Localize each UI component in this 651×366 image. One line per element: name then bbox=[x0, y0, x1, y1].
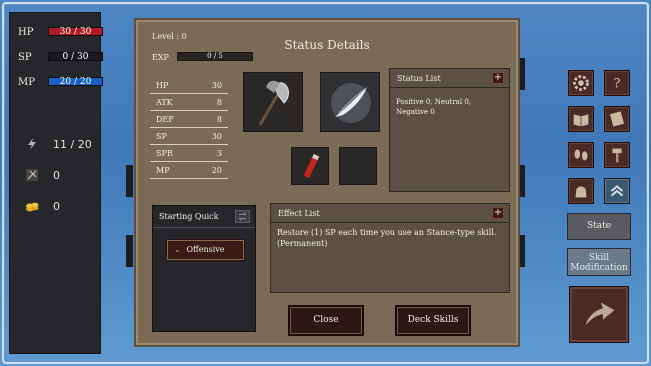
lightning-icon bbox=[28, 138, 36, 150]
stat-name: SP bbox=[156, 131, 167, 141]
stat-row: SP 30 bbox=[150, 128, 228, 145]
red-vial-icon bbox=[304, 153, 320, 178]
stat-row: MP 20 bbox=[150, 162, 228, 179]
stat-value: 3 bbox=[216, 148, 222, 158]
skill-mod-label-1: Skill bbox=[588, 253, 610, 263]
stat-name: DEF bbox=[156, 114, 174, 124]
hp-value: 30 / 30 bbox=[59, 27, 92, 37]
stat-value: 30 bbox=[211, 80, 222, 90]
arrow-icon bbox=[585, 302, 615, 326]
stat-table: HP 30 ATK 8 DEF 8 SP 30 SPR 3 MP 20 bbox=[150, 77, 228, 179]
stat-name: ATK bbox=[156, 97, 173, 107]
proceed-button[interactable] bbox=[569, 286, 629, 343]
effect-list-panel: Effect List + Restore (1) SP each time y… bbox=[270, 203, 510, 293]
effect-list-add-button[interactable]: + bbox=[492, 207, 504, 219]
stat-value: 8 bbox=[216, 97, 222, 107]
status-list-add-button[interactable]: + bbox=[492, 72, 504, 84]
gold-coins-icon bbox=[26, 202, 39, 212]
hp-label: HP bbox=[18, 27, 34, 38]
chevrons-up-icon bbox=[610, 185, 624, 197]
effect-list-header: Effect List + bbox=[271, 204, 509, 223]
axe-icon bbox=[258, 80, 289, 126]
stat-value: 30 bbox=[211, 131, 222, 141]
stat-name: HP bbox=[156, 80, 169, 90]
exp-label: EXP bbox=[152, 53, 169, 62]
bag-icon bbox=[575, 186, 587, 198]
accessory-slot[interactable] bbox=[320, 72, 380, 132]
stat-value: 20 bbox=[211, 165, 222, 175]
skill-modification-button[interactable]: Skill Modification bbox=[567, 248, 631, 276]
stat-row: DEF 8 bbox=[150, 111, 228, 128]
stat-row: SPR 3 bbox=[150, 145, 228, 162]
help-button[interactable]: ? bbox=[604, 70, 630, 96]
skills-button[interactable] bbox=[604, 178, 630, 204]
energy-value: 11 / 20 bbox=[53, 137, 92, 151]
exp-value: 0 / 5 bbox=[207, 52, 223, 60]
scroll-icon bbox=[609, 111, 625, 127]
craft-button[interactable] bbox=[604, 142, 630, 168]
effect-list-text: Restore (1) SP each time you use an Stan… bbox=[277, 228, 497, 248]
weapon-slot[interactable] bbox=[243, 72, 303, 132]
stat-name: SPR bbox=[156, 148, 173, 158]
help-glyph: ? bbox=[614, 77, 621, 92]
status-list-panel: Status List + Positive 0, Neutral 0, Neg… bbox=[389, 68, 510, 192]
sp-value: 0 / 30 bbox=[62, 52, 89, 62]
feather-blade-icon bbox=[331, 83, 371, 123]
rune-icon bbox=[26, 169, 38, 181]
energy-row: 11 / 20 bbox=[25, 137, 92, 151]
swap-arrows-icon bbox=[238, 212, 247, 221]
panel-edge-tab bbox=[126, 235, 133, 267]
scroll-button[interactable] bbox=[604, 106, 630, 132]
chevrons-up-icon: ⌃ bbox=[174, 249, 181, 258]
mp-value: 20 / 20 bbox=[59, 77, 92, 87]
help-icon: ? bbox=[614, 77, 621, 92]
stat-row: HP 30 bbox=[150, 77, 228, 94]
starting-quick-header: Starting Quick bbox=[153, 206, 255, 228]
hp-bar: 30 / 30 bbox=[48, 27, 103, 37]
stat-name: MP bbox=[156, 165, 170, 175]
potion-slot[interactable] bbox=[291, 147, 329, 185]
hammer-icon bbox=[612, 148, 622, 163]
status-list-title: Status List bbox=[397, 74, 441, 83]
sp-label: SP bbox=[18, 52, 32, 63]
state-button[interactable]: State bbox=[567, 213, 631, 240]
starting-quick-title: Starting Quick bbox=[159, 212, 219, 221]
stat-row: ATK 8 bbox=[150, 94, 228, 111]
status-details-panel: Level : 0 Status Details EXP 0 / 5 HP 30 … bbox=[134, 18, 520, 347]
status-list-header: Status List + bbox=[390, 69, 509, 88]
empty-slot[interactable] bbox=[339, 147, 377, 185]
token-row: 0 bbox=[25, 168, 60, 182]
gold-value: 0 bbox=[53, 199, 60, 213]
mp-bar: 20 / 20 bbox=[48, 77, 103, 87]
effect-list-title: Effect List bbox=[278, 209, 320, 218]
deck-skills-button[interactable]: Deck Skills bbox=[397, 307, 469, 334]
book-icon bbox=[573, 114, 589, 127]
stat-value: 8 bbox=[216, 114, 222, 124]
skill-mod-label-2: Modification bbox=[570, 263, 628, 273]
exp-bar: 0 / 5 bbox=[177, 52, 253, 61]
starting-quick-panel: Starting Quick ⌃ Offensive bbox=[152, 205, 256, 332]
sp-bar: 0 / 30 bbox=[48, 52, 103, 62]
close-button[interactable]: Close bbox=[290, 307, 362, 334]
offensive-button[interactable]: ⌃ Offensive bbox=[167, 240, 244, 260]
footprints-icon bbox=[574, 149, 588, 161]
offensive-label: Offensive bbox=[186, 245, 225, 254]
settings-button[interactable] bbox=[568, 70, 594, 96]
token-value: 0 bbox=[53, 168, 60, 182]
player-stats-panel: HP 30 / 30 SP 0 / 30 MP 20 / 20 11 / 20 … bbox=[9, 12, 103, 354]
mp-label: MP bbox=[18, 77, 35, 88]
travel-button[interactable] bbox=[568, 142, 594, 168]
gold-row: 0 bbox=[25, 199, 60, 213]
swap-icon[interactable] bbox=[235, 210, 250, 223]
panel-edge-tab bbox=[126, 165, 133, 197]
status-list-text: Positive 0, Neutral 0, Negative 0 bbox=[396, 98, 472, 116]
page-title: Status Details bbox=[284, 38, 370, 52]
inventory-button[interactable] bbox=[568, 178, 594, 204]
gear-icon bbox=[573, 75, 589, 91]
book-button[interactable] bbox=[568, 106, 594, 132]
